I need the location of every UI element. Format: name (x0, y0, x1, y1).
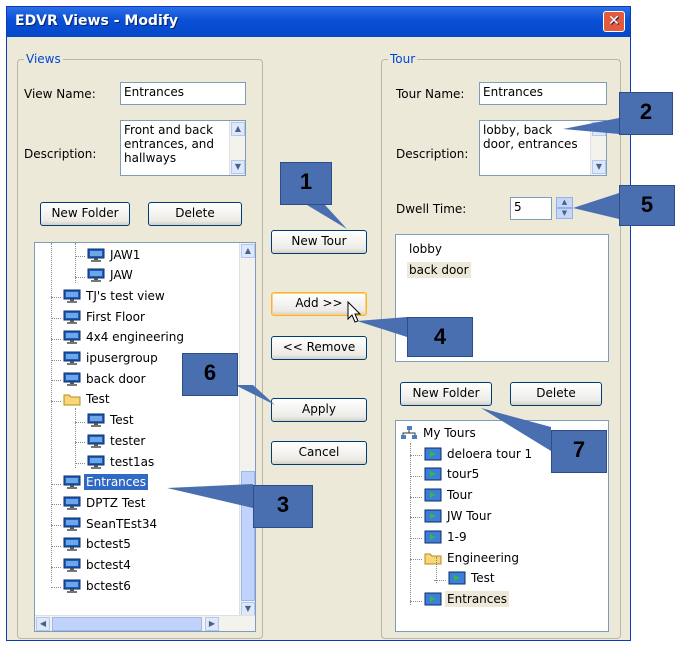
callout-badge: 7 (551, 430, 607, 473)
callout-arrow-3 (167, 484, 253, 508)
callout-badge: 3 (253, 485, 313, 528)
callout-arrows (167, 118, 619, 508)
callout-arrow-7 (481, 408, 551, 451)
callout-badge: 6 (182, 353, 238, 396)
callout-badge: 2 (619, 92, 673, 135)
callout-arrow-2 (563, 118, 619, 134)
callout-arrow-5 (573, 193, 619, 219)
callout-badge: 5 (619, 185, 675, 226)
callout-arrow-6 (235, 385, 275, 405)
callout-badge: 1 (280, 162, 332, 205)
dialog-window: EDVR Views - Modify ✕ Views View Name: E… (6, 6, 675, 641)
callout-arrow-4 (357, 317, 407, 337)
callout-arrow-1 (307, 205, 347, 229)
callout-badge: 4 (407, 317, 473, 357)
